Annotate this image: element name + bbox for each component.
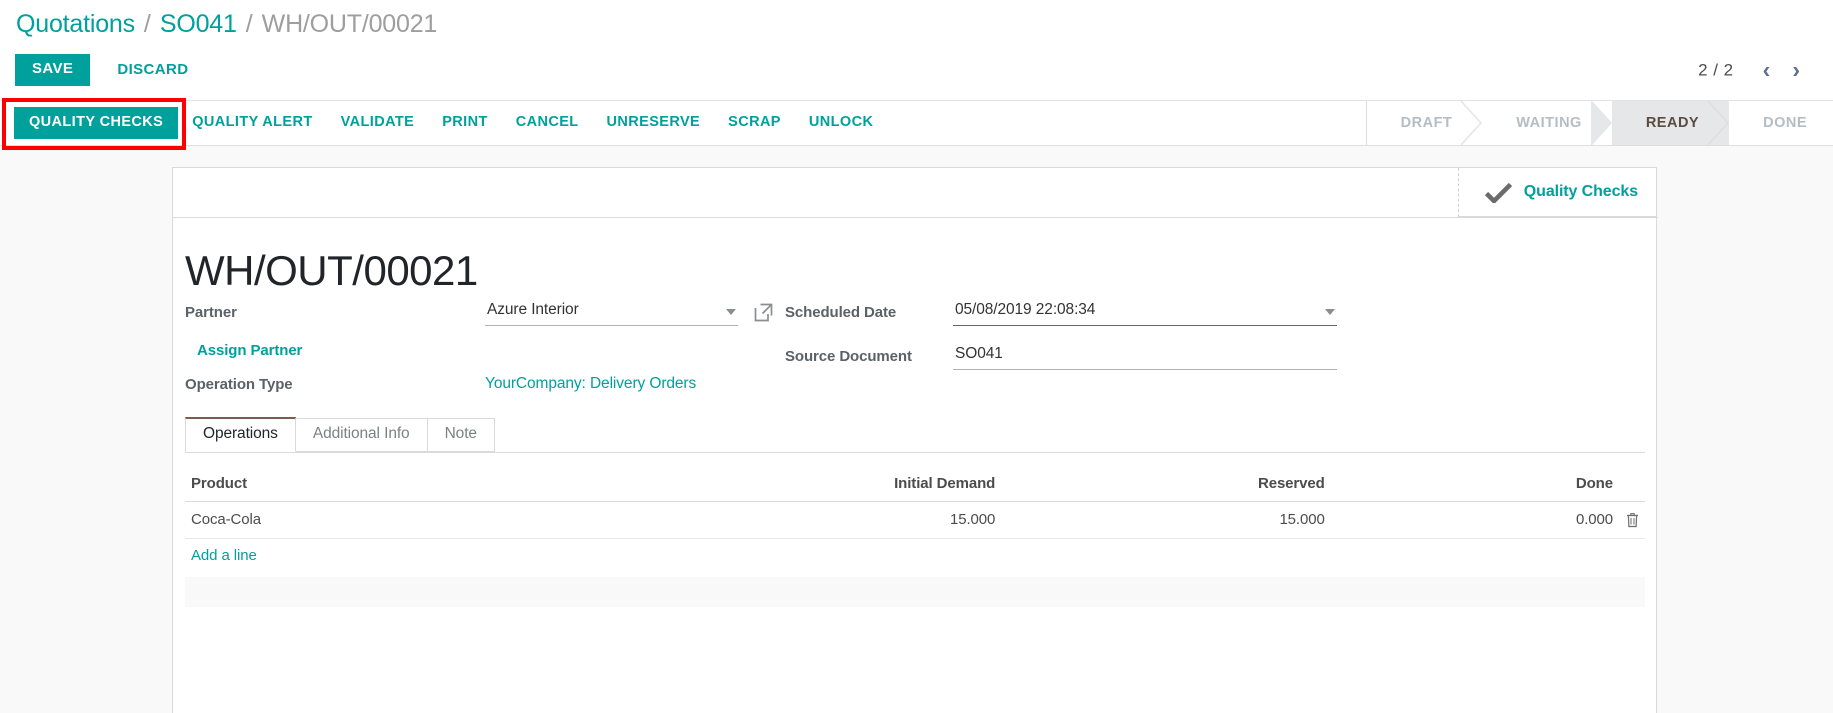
- save-button[interactable]: SAVE: [15, 54, 91, 86]
- status-step-label: READY: [1645, 115, 1700, 131]
- trash-icon[interactable]: [1626, 513, 1639, 528]
- source-document-input[interactable]: SO041: [953, 342, 1337, 370]
- scheduled-date-value: 05/08/2019 22:08:34: [955, 301, 1096, 318]
- cancel-button[interactable]: CANCEL: [502, 107, 593, 140]
- status-bar: DRAFT WAITING READY DONE: [1365, 101, 1833, 145]
- status-step-waiting[interactable]: WAITING: [1482, 101, 1612, 145]
- chevron-right-icon: [1708, 101, 1730, 145]
- page-title: WH/OUT/00021: [185, 247, 478, 295]
- stat-button-quality-checks[interactable]: Quality Checks: [1458, 168, 1656, 216]
- quality-alert-button[interactable]: QUALITY ALERT: [178, 107, 326, 140]
- breadcrumb-separator: /: [143, 9, 151, 38]
- stat-button-label: Quality Checks: [1523, 183, 1638, 200]
- assign-partner-link[interactable]: Assign Partner: [185, 342, 485, 359]
- status-step-draft[interactable]: DRAFT: [1367, 101, 1483, 145]
- status-step-done[interactable]: DONE: [1729, 101, 1833, 145]
- operations-table: Product Initial Demand Reserved Done Coc…: [185, 467, 1645, 539]
- quality-checks-button[interactable]: QUALITY CHECKS: [14, 106, 179, 140]
- unlock-button[interactable]: UNLOCK: [795, 107, 887, 140]
- scheduled-date-field-wrap: 05/08/2019 22:08:34: [953, 298, 1410, 326]
- column-header-reserved: Reserved: [1001, 467, 1331, 502]
- cell-done-value: 0.000: [1575, 511, 1613, 528]
- breadcrumb-item-current: WH/OUT/00021: [261, 9, 438, 38]
- status-step-ready[interactable]: READY: [1611, 101, 1730, 145]
- pager-count: 2 / 2: [1698, 60, 1734, 79]
- table-header-row: Product Initial Demand Reserved Done: [185, 467, 1645, 502]
- scrap-button[interactable]: SCRAP: [714, 107, 795, 140]
- action-button-bar: QUALITY CHECKS QUALITY ALERT VALIDATE PR…: [0, 100, 1833, 146]
- source-document-label: Source Document: [785, 347, 912, 365]
- print-button[interactable]: PRINT: [428, 107, 502, 140]
- operations-list-footer: [185, 577, 1645, 607]
- control-panel: SAVE DISCARD 2 / 2 ‹ ›: [0, 48, 1833, 92]
- form-group-left: Partner Azure Interior Assign Partner Op…: [185, 298, 795, 393]
- column-header-done: Done: [1330, 467, 1645, 502]
- breadcrumb-item-so041[interactable]: SO041: [160, 10, 237, 39]
- operations-list: Product Initial Demand Reserved Done Coc…: [185, 467, 1645, 607]
- chevron-right-icon: [1461, 101, 1483, 145]
- discard-button[interactable]: DISCARD: [103, 54, 202, 86]
- status-step-label: WAITING: [1516, 115, 1582, 131]
- source-document-field-wrap: SO041: [953, 342, 1410, 370]
- operation-type-value[interactable]: YourCompany: Delivery Orders: [485, 375, 795, 393]
- cell-reserved[interactable]: 15.000: [1001, 501, 1331, 539]
- chevron-right-icon: [1590, 101, 1613, 145]
- pager-next-icon[interactable]: ›: [1781, 58, 1811, 82]
- chevron-down-icon[interactable]: [1325, 308, 1335, 315]
- record-pager: 2 / 2 ‹ ›: [1698, 58, 1811, 82]
- column-header-initial-demand: Initial Demand: [527, 467, 1002, 502]
- cell-done[interactable]: 0.000: [1330, 501, 1645, 539]
- partner-value: Azure Interior: [487, 301, 579, 318]
- table-row[interactable]: Coca-Cola 15.000 15.000 0.000: [185, 501, 1645, 539]
- tab-operations[interactable]: Operations: [185, 417, 296, 452]
- scheduled-date-input[interactable]: 05/08/2019 22:08:34: [953, 298, 1337, 326]
- chevron-down-icon[interactable]: [726, 308, 736, 315]
- source-document-value: SO041: [955, 345, 1003, 362]
- status-step-label: DONE: [1763, 115, 1807, 131]
- scheduled-date-label: Scheduled Date: [785, 303, 897, 321]
- form-group-right: Scheduled Date 05/08/2019 22:08:34 Sourc…: [785, 298, 1410, 370]
- notebook: Operations Additional Info Note Product …: [185, 417, 1645, 607]
- pager-previous-icon[interactable]: ‹: [1752, 58, 1782, 82]
- partner-label: Partner: [185, 303, 237, 321]
- tab-additional-info[interactable]: Additional Info: [294, 418, 428, 452]
- operation-type-label: Operation Type: [185, 375, 293, 393]
- tab-note[interactable]: Note: [426, 418, 495, 452]
- check-icon: [1484, 182, 1512, 203]
- breadcrumb: Quotations / SO041 / WH/OUT/00021: [0, 0, 1833, 48]
- form-sheet: Quality Checks WH/OUT/00021 Partner Azur…: [172, 167, 1658, 713]
- add-a-line-button[interactable]: Add a line: [185, 539, 263, 573]
- breadcrumb-separator: /: [245, 9, 253, 38]
- column-header-product: Product: [185, 467, 528, 502]
- table-body: Coca-Cola 15.000 15.000 0.000: [185, 501, 1645, 539]
- stat-button-box: Quality Checks: [1457, 168, 1656, 217]
- external-link-icon[interactable]: [754, 303, 773, 322]
- validate-button[interactable]: VALIDATE: [327, 107, 429, 140]
- partner-field-wrap: Azure Interior: [485, 298, 795, 326]
- unreserve-button[interactable]: UNRESERVE: [593, 107, 715, 140]
- cell-initial-demand[interactable]: 15.000: [527, 501, 1002, 539]
- cell-product[interactable]: Coca-Cola: [185, 501, 528, 539]
- breadcrumb-item-quotations[interactable]: Quotations: [16, 10, 135, 39]
- partner-input[interactable]: Azure Interior: [485, 298, 738, 326]
- notebook-tab-list: Operations Additional Info Note: [185, 417, 1645, 453]
- table-head: Product Initial Demand Reserved Done: [185, 467, 1645, 502]
- status-step-label: DRAFT: [1400, 115, 1453, 131]
- button-box-divider: [173, 217, 1658, 218]
- odoo-stock-picking-form: Quotations / SO041 / WH/OUT/00021 SAVE D…: [0, 0, 1833, 713]
